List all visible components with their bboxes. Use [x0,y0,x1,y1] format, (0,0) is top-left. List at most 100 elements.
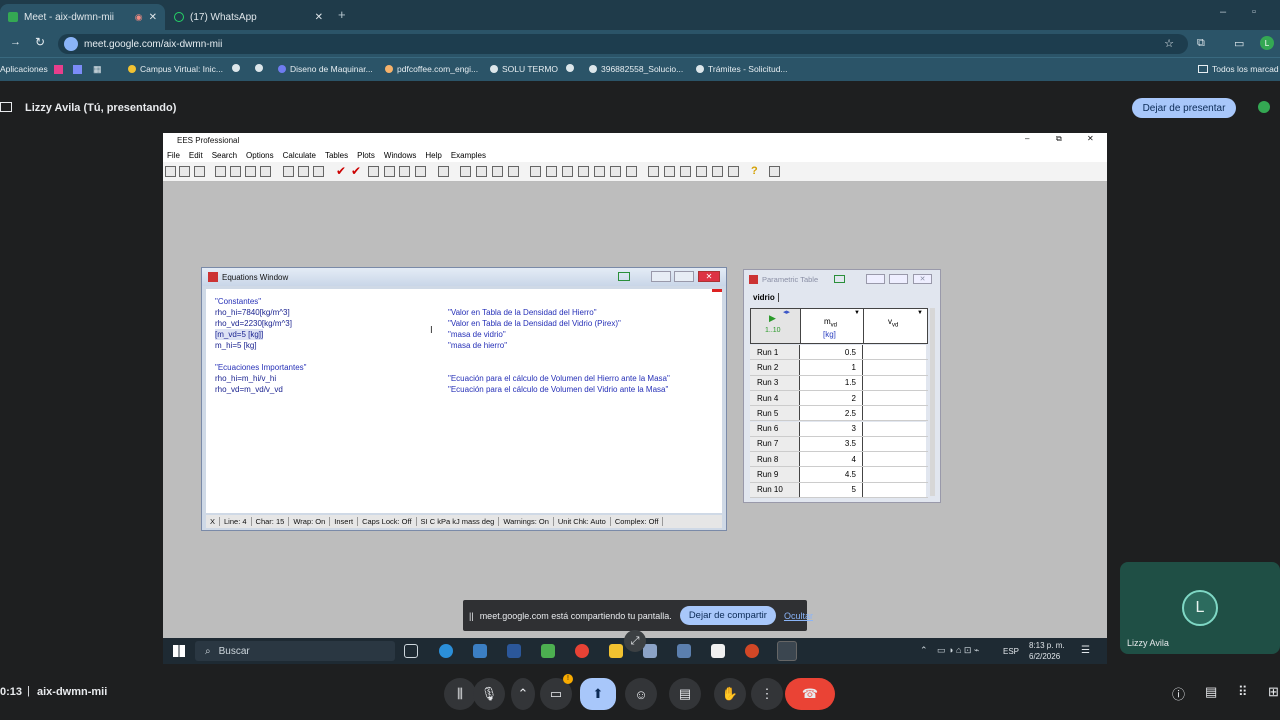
calculator-icon[interactable] [368,166,379,177]
volume-cell[interactable] [863,345,926,360]
apps-grid-icon[interactable]: ▦ [93,64,102,75]
format-icon[interactable] [260,166,271,177]
host-controls-icon[interactable]: ⊞ [1268,684,1279,700]
bookmark-campus[interactable]: Campus Virtual: Inic... [128,64,223,74]
bookmark-apps[interactable]: Aplicaciones [0,64,48,74]
forward-icon[interactable]: → [10,36,21,48]
volume-cell[interactable] [863,421,926,436]
bookmark-icon[interactable] [54,65,63,74]
tab-whatsapp[interactable]: (17) WhatsApp ✕ [166,4,331,30]
menu-file[interactable]: File [167,151,180,160]
run-label[interactable]: Run 3 [750,375,800,390]
volume-cell[interactable] [863,360,926,375]
bookmark-globe[interactable] [232,64,240,72]
minimize-icon[interactable]: – [1220,6,1226,18]
window2-icon[interactable] [476,166,487,177]
taskbar-search[interactable]: ⌕ Buscar [195,641,395,661]
all-bookmarks[interactable]: Todos los marcad [1198,64,1279,74]
save-icon[interactable] [179,166,190,177]
run-label[interactable]: Run 7 [750,436,800,452]
format-toggle-icon[interactable] [834,275,845,283]
reload-icon[interactable]: ↻ [35,35,45,49]
window4-icon[interactable] [508,166,519,177]
mass-cell[interactable]: 3 [800,421,863,436]
maximize-icon[interactable] [674,271,694,282]
menu-search[interactable]: Search [212,151,237,160]
volume-cell[interactable] [863,390,926,406]
equations-editor[interactable]: "Constantes" rho_hi=7840[kg/m^3] rho_vd=… [206,289,722,513]
chevron-up-icon[interactable]: ⌃ [511,678,535,710]
word-icon[interactable] [507,644,521,658]
run-label[interactable]: Run 8 [750,452,800,467]
cast-icon[interactable]: ▭ [1234,37,1244,50]
window6-icon[interactable] [546,166,557,177]
app-icon[interactable] [677,644,691,658]
mass-cell[interactable]: 3.5 [800,436,863,452]
mass-cell[interactable]: 5 [800,482,863,497]
window5-icon[interactable] [530,166,541,177]
window8-icon[interactable] [578,166,589,177]
solve-table-icon[interactable] [384,166,395,177]
dropdown-icon[interactable]: ▼ [917,310,923,316]
format-toggle-icon[interactable] [618,272,630,281]
window17-icon[interactable] [728,166,739,177]
tab-meet[interactable]: Meet - aix-dwmn-mii ◉ ✕ [0,4,165,30]
mic-icon[interactable]: 🎙 [473,678,505,710]
site-info-icon[interactable] [64,37,78,51]
minimize-icon[interactable]: – [1025,134,1029,143]
window7-icon[interactable] [562,166,573,177]
window16-icon[interactable] [712,166,723,177]
plot-icon[interactable] [399,166,410,177]
open-icon[interactable] [165,166,176,177]
parametric-tab[interactable]: vidrio [753,293,779,302]
powerpoint-icon[interactable] [745,644,759,658]
run-label[interactable]: Run 6 [750,421,800,436]
variables-icon[interactable] [313,166,324,177]
volume-cell[interactable] [863,467,926,482]
mass-cell[interactable]: 2 [800,390,863,406]
mass-cell[interactable]: 1 [800,360,863,375]
close-icon[interactable]: ✕ [1087,134,1094,143]
run-label[interactable]: Run 10 [750,482,800,497]
play-icon[interactable]: ▶ [769,313,776,324]
stop-sharing-button[interactable]: Dejar de compartir [679,606,776,625]
minimize-icon[interactable] [651,271,671,282]
window10-icon[interactable] [610,166,621,177]
mass-cell[interactable]: 1.5 [800,375,863,390]
volume-cell[interactable] [863,406,926,421]
close-icon[interactable]: ✕ [149,12,157,23]
close-icon[interactable]: ✕ [698,271,720,282]
self-video-tile[interactable]: L Lizzy Avila [1120,562,1280,654]
window14-icon[interactable] [680,166,691,177]
help-icon[interactable]: ? [751,165,758,177]
mass-cell[interactable]: 4 [800,452,863,467]
copy-icon[interactable] [230,166,241,177]
check-icon[interactable]: ✔ [336,164,346,178]
star-icon[interactable]: ☆ [1164,37,1174,50]
notepad-icon[interactable] [711,644,725,658]
edge-icon[interactable] [439,644,453,658]
menu-edit[interactable]: Edit [189,151,203,160]
raise-hand-icon[interactable]: ✋ [714,678,746,710]
window15-icon[interactable] [696,166,707,177]
bookmark-tramites[interactable]: Trámites - Solicitud... [696,64,788,74]
tray-icons[interactable]: ▭ ◑ ⌂ ⊡ ⌁ [937,645,979,656]
chrome-icon[interactable] [575,644,589,658]
units-icon[interactable] [298,166,309,177]
run-label[interactable]: Run 5 [750,406,800,421]
table-icon[interactable] [438,166,449,177]
expand-icon[interactable]: ⤢ [624,630,646,652]
scrollbar[interactable] [930,308,935,496]
new-tab-button[interactable]: + [338,7,346,22]
close-icon[interactable]: ✕ [315,12,323,23]
menu-options[interactable]: Options [246,151,274,160]
maximize-icon[interactable]: ▫ [1252,6,1256,18]
explorer-icon[interactable] [609,644,623,658]
mass-cell[interactable]: 0.5 [800,345,863,360]
stop-presenting-button[interactable]: Dejar de presentar [1132,98,1236,118]
volume-cell[interactable] [863,375,926,390]
audio-levels-icon[interactable]: ⫼ [444,678,476,710]
extensions-icon[interactable]: ⧉ [1197,37,1205,50]
mass-cell[interactable]: 2.5 [800,406,863,421]
window11-icon[interactable] [626,166,637,177]
